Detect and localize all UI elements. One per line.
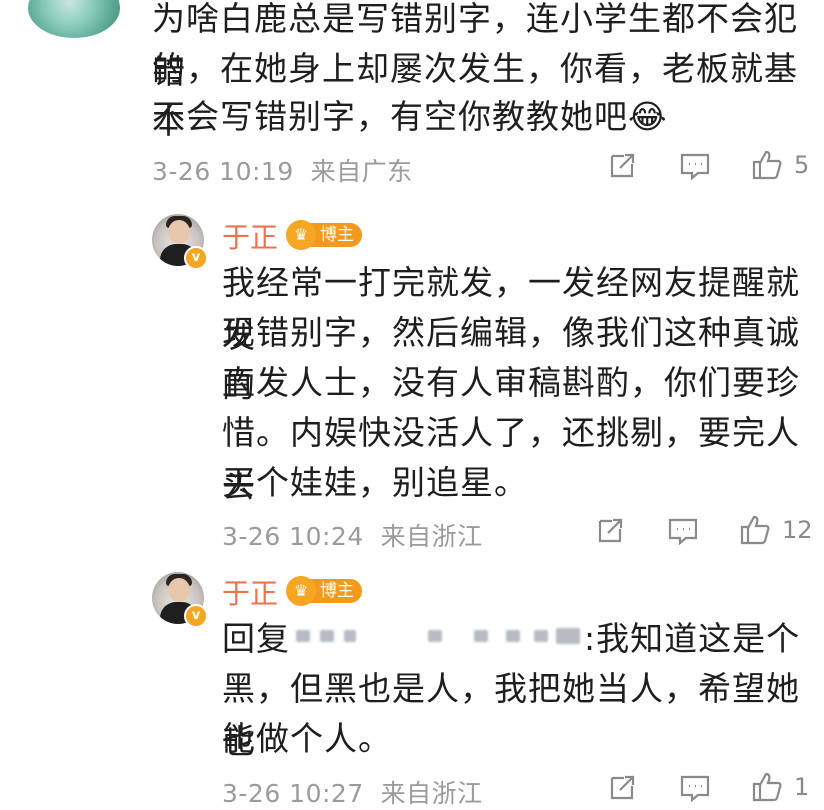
comment-button[interactable] bbox=[678, 150, 712, 182]
thumbs-up-icon bbox=[752, 772, 782, 802]
like-count: 12 bbox=[782, 516, 813, 544]
reply-text-line-5: 买个娃娃，别追星。 bbox=[222, 463, 528, 502]
like-count: 5 bbox=[794, 151, 810, 179]
share-button[interactable] bbox=[606, 150, 638, 182]
reply-text-line-3: 直发人士，没有人审稿斟酌，你们要珍 bbox=[222, 363, 800, 402]
reply-prefix: 回复 bbox=[222, 619, 290, 658]
share-icon bbox=[610, 775, 635, 800]
crown-icon: ♛ bbox=[286, 220, 316, 250]
like-button[interactable]: 1 bbox=[750, 770, 809, 804]
like-count: 1 bbox=[794, 773, 810, 801]
comment-button[interactable] bbox=[678, 772, 712, 804]
share-button[interactable] bbox=[606, 772, 638, 804]
verified-icon: v bbox=[184, 246, 208, 270]
share-icon bbox=[598, 518, 623, 543]
like-button[interactable]: 5 bbox=[750, 148, 809, 182]
reply-time: 3-26 10:27 bbox=[222, 779, 364, 808]
thumbs-up-icon bbox=[752, 150, 782, 180]
reply-time: 3-26 10:24 bbox=[222, 522, 364, 551]
crown-icon: ♛ bbox=[286, 576, 316, 606]
comment-location: 来自广东 bbox=[310, 157, 413, 186]
like-button[interactable]: 12 bbox=[738, 513, 813, 547]
thumbs-up-icon bbox=[740, 515, 770, 545]
comment-time: 3-26 10:19 bbox=[152, 157, 294, 186]
share-button[interactable] bbox=[594, 515, 626, 547]
laugh-cry-emoji: 😂 bbox=[628, 97, 668, 136]
reply-username[interactable]: 于正 bbox=[222, 216, 278, 256]
blogger-badge: ♛ 博主 bbox=[286, 576, 362, 606]
reply-text-line-1-rest: :我知道这是个 bbox=[584, 619, 801, 658]
verified-icon: v bbox=[184, 604, 208, 628]
comment-icon bbox=[680, 775, 710, 803]
comment-button[interactable] bbox=[666, 515, 700, 547]
comment-meta: 3-26 10:19 来自广东 bbox=[152, 152, 413, 188]
reply-location: 来自浙江 bbox=[380, 522, 483, 551]
reply-meta: 3-26 10:24 来自浙江 bbox=[222, 517, 483, 553]
reply-text-line-1: 回复 bbox=[222, 612, 290, 665]
comment-text-line-3: 不会写错别字，有空你教教她吧😂 bbox=[152, 97, 668, 136]
commenter-avatar[interactable] bbox=[28, 0, 120, 38]
reply-text-line-3: 能做个人。 bbox=[222, 719, 392, 758]
comment-icon bbox=[680, 153, 710, 181]
reply-username[interactable]: 于正 bbox=[222, 572, 278, 612]
reply-location: 来自浙江 bbox=[380, 779, 483, 808]
share-icon bbox=[610, 153, 635, 178]
comment-icon bbox=[668, 518, 698, 546]
blogger-badge: ♛ 博主 bbox=[286, 220, 362, 250]
